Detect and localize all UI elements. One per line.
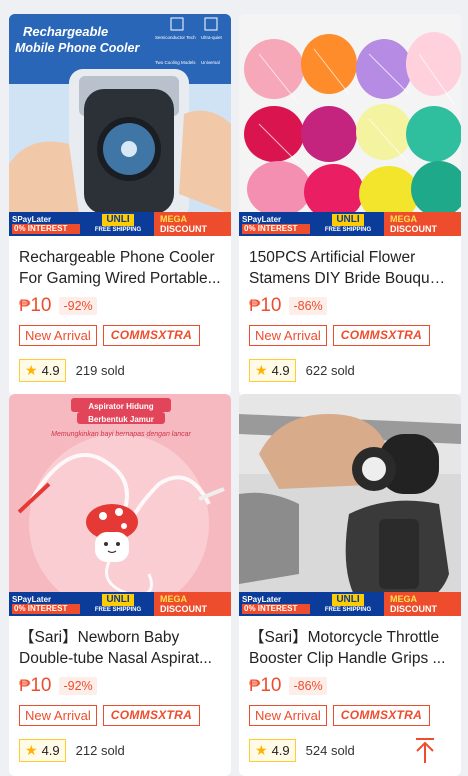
image-text: Aspirator Hidung <box>88 402 153 411</box>
product-card[interactable]: Aspirator Hidung Berbentuk Jamur Memungk… <box>9 394 231 776</box>
product-image[interactable]: SPayLater 0% INTEREST UNLI FREE SHIPPING M… <box>239 394 461 616</box>
product-title-line: 【Sari】Newborn Baby <box>19 629 180 646</box>
product-price: ₱10 <box>19 675 51 697</box>
spaylater-label: SPayLater <box>242 594 282 604</box>
star-icon: ★ <box>255 742 268 758</box>
discount-badge: -92% <box>59 297 97 315</box>
price-value: 10 <box>30 295 52 316</box>
unli-label: UNLI <box>102 214 134 226</box>
image-text: Berbentuk Jamur <box>88 415 154 424</box>
price-value: 10 <box>260 295 282 316</box>
spaylater-label: SPayLater <box>12 214 52 224</box>
commsxtra-tag: COMMSXTRA <box>332 325 431 346</box>
mega-label: MEGA <box>160 594 187 604</box>
product-card[interactable]: SPayLater 0% INTEREST UNLI FREE SHIPPING M… <box>239 394 461 776</box>
rating-value: 4.9 <box>271 743 290 758</box>
product-title-line: For Gaming Wired Portable... <box>19 270 221 287</box>
discount-badge: -86% <box>289 677 327 695</box>
price-value: 10 <box>30 675 52 696</box>
product-image[interactable]: SPayLater 0% INTEREST UNLI FREE SHIPPING M… <box>239 14 461 236</box>
star-icon: ★ <box>25 362 38 378</box>
discount-label: DISCOUNT <box>390 224 437 234</box>
image-text: Universal <box>201 60 220 65</box>
mega-label: MEGA <box>160 214 187 224</box>
rating-value: 4.9 <box>41 743 60 758</box>
new-arrival-tag: New Arrival <box>249 705 327 726</box>
new-arrival-tag: New Arrival <box>249 325 327 346</box>
unli-label: UNLI <box>332 214 364 226</box>
product-title-line: Rechargeable Phone Cooler <box>19 249 215 266</box>
commsxtra-tag: COMMSXTRA <box>332 705 431 726</box>
interest-label: 0% INTEREST <box>12 223 80 234</box>
image-text: Two Cooling Models <box>155 60 196 65</box>
discount-label: DISCOUNT <box>160 224 207 234</box>
currency-symbol: ₱ <box>249 676 261 695</box>
arrow-up-icon <box>416 738 434 763</box>
product-title[interactable]: Rechargeable Phone Cooler For Gaming Wir… <box>19 247 221 289</box>
product-title-line: 【Sari】Motorcycle Throttle <box>249 629 440 646</box>
product-card[interactable]: Rechargeable Mobile Phone Cooler Semicon… <box>9 14 231 396</box>
mega-label: MEGA <box>390 594 417 604</box>
free-shipping-label: FREE SHIPPING <box>94 607 142 613</box>
image-text: Rechargeable <box>23 24 108 39</box>
discount-badge: -86% <box>289 297 327 315</box>
price-value: 10 <box>260 675 282 696</box>
sold-count: 212 sold <box>75 743 125 758</box>
mega-label: MEGA <box>390 214 417 224</box>
product-title-line: Booster Clip Handle Grips ... <box>249 650 446 667</box>
spaylater-label: SPayLater <box>242 214 282 224</box>
product-price: ₱10 <box>19 295 51 317</box>
interest-label: 0% INTEREST <box>12 603 80 614</box>
rating-badge: ★ 4.9 <box>19 739 66 762</box>
rating-badge: ★ 4.9 <box>249 739 296 762</box>
product-image[interactable]: Aspirator Hidung Berbentuk Jamur Memungk… <box>9 394 231 616</box>
free-shipping-label: FREE SHIPPING <box>324 227 372 233</box>
product-title[interactable]: 【Sari】Motorcycle Throttle Booster Clip H… <box>249 627 451 669</box>
product-price: ₱10 <box>249 295 281 317</box>
rating-value: 4.9 <box>41 363 60 378</box>
interest-label: 0% INTEREST <box>242 603 310 614</box>
rating-value: 4.9 <box>271 363 290 378</box>
star-icon: ★ <box>255 362 268 378</box>
image-text: Semiconductor Tech <box>155 35 196 40</box>
new-arrival-tag: New Arrival <box>19 705 97 726</box>
product-image[interactable]: Rechargeable Mobile Phone Cooler Semicon… <box>9 14 231 236</box>
currency-symbol: ₱ <box>19 296 31 315</box>
sold-count: 219 sold <box>75 363 125 378</box>
commsxtra-tag: COMMSXTRA <box>102 325 201 346</box>
free-shipping-label: FREE SHIPPING <box>94 227 142 233</box>
new-arrival-tag: New Arrival <box>19 325 97 346</box>
product-title-line: Double-tube Nasal Aspirat... <box>19 650 212 667</box>
unli-label: UNLI <box>102 594 134 606</box>
free-shipping-label: FREE SHIPPING <box>324 607 372 613</box>
product-price: ₱10 <box>249 675 281 697</box>
sold-count: 524 sold <box>305 743 355 758</box>
image-text: Mobile Phone Cooler <box>15 41 140 55</box>
currency-symbol: ₱ <box>19 676 31 695</box>
star-icon: ★ <box>25 742 38 758</box>
product-card[interactable]: SPayLater 0% INTEREST UNLI FREE SHIPPING M… <box>239 14 461 396</box>
promo-banner: SPayLater 0% INTEREST UNLI FREE SHIPPING M… <box>239 212 461 236</box>
currency-symbol: ₱ <box>249 296 261 315</box>
rating-badge: ★ 4.9 <box>249 359 296 382</box>
rating-badge: ★ 4.9 <box>19 359 66 382</box>
interest-label: 0% INTEREST <box>242 223 310 234</box>
promo-banner: SPayLater 0% INTEREST UNLI FREE SHIPPING M… <box>9 592 231 616</box>
sold-count: 622 sold <box>305 363 355 378</box>
product-title[interactable]: 【Sari】Newborn Baby Double-tube Nasal Asp… <box>19 627 221 669</box>
product-title-line: 150PCS Artificial Flower <box>249 249 416 266</box>
product-title-line: Stamens DIY Bride Bouque... <box>249 270 451 287</box>
image-text: Ultra-quiet <box>201 35 223 40</box>
discount-label: DISCOUNT <box>390 604 437 614</box>
spaylater-label: SPayLater <box>12 594 52 604</box>
image-text: Memungkinkan bayi bernapas dengan lancar <box>51 431 191 438</box>
unli-label: UNLI <box>332 594 364 606</box>
promo-banner: SPayLater 0% INTEREST UNLI FREE SHIPPING M… <box>239 592 461 616</box>
discount-badge: -92% <box>59 677 97 695</box>
discount-label: DISCOUNT <box>160 604 207 614</box>
promo-banner: SPayLater 0% INTEREST UNLI FREE SHIPPING M… <box>9 212 231 236</box>
back-to-top-button[interactable] <box>414 737 436 763</box>
product-title[interactable]: 150PCS Artificial Flower Stamens DIY Bri… <box>249 247 451 289</box>
commsxtra-tag: COMMSXTRA <box>102 705 201 726</box>
